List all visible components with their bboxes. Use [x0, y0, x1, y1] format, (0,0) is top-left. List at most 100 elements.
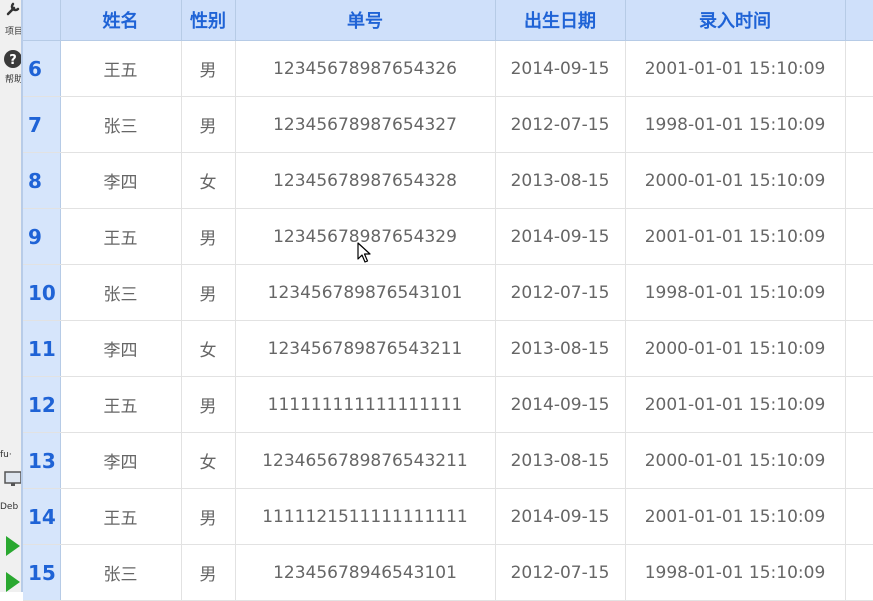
cell-entry-time[interactable]: 2001-01-01 15:10:09 [625, 208, 846, 265]
cell-name[interactable]: 李四 [60, 432, 182, 489]
cell-name[interactable]: 张三 [60, 96, 182, 153]
panel-item-label: 项目 [5, 27, 22, 37]
row-index[interactable]: 13 [23, 432, 61, 489]
row-index[interactable]: 6 [23, 40, 61, 97]
svg-text:?: ? [9, 53, 17, 68]
cell-name[interactable]: 李四 [60, 152, 182, 209]
row-filler [845, 152, 873, 209]
row-index[interactable]: 8 [23, 152, 61, 209]
corner-cell [23, 0, 61, 41]
cell-name[interactable]: 王五 [60, 488, 182, 545]
run-icon[interactable] [6, 536, 20, 556]
table-row[interactable]: 15 张三男 12345678946543101 2012-07-15 1998-01-… [23, 544, 873, 601]
cell-birth-date[interactable]: 2012-07-15 [495, 96, 626, 153]
cell-name[interactable]: 张三 [60, 264, 182, 321]
cell-gender[interactable]: 女 [181, 432, 236, 489]
column-header-gender[interactable]: 性别 [181, 0, 236, 41]
mouse-cursor [357, 242, 371, 263]
table-row[interactable]: 13 李四女 1234656789876543211 2013-08-15 2000-0… [23, 432, 873, 489]
table-row[interactable]: 10 张三男 123456789876543101 2012-07-15 1998-01… [23, 264, 873, 321]
row-filler [845, 208, 873, 265]
table-row[interactable]: 8 李四女 12345678987654328 2013-08-15 2000-01-0… [23, 152, 873, 209]
cell-birth-date[interactable]: 2014-09-15 [495, 488, 626, 545]
cell-order-no[interactable]: 1234656789876543211 [235, 432, 496, 489]
cell-gender[interactable]: 男 [181, 96, 236, 153]
cell-entry-time[interactable]: 2000-01-01 15:10:09 [625, 432, 846, 489]
cell-gender[interactable]: 男 [181, 40, 236, 97]
cell-birth-date[interactable]: 2012-07-15 [495, 264, 626, 321]
row-index[interactable]: 14 [23, 488, 61, 545]
column-header-entry-time[interactable]: 录入时间 [625, 0, 846, 41]
cell-order-no[interactable]: 12345678987654327 [235, 96, 496, 153]
cell-order-no[interactable]: 12345678987654326 [235, 40, 496, 97]
data-table: 姓名 性别 单号 出生日期 录入时间 6 王五男 12345678987654326… [23, 0, 873, 601]
column-header-name[interactable]: 姓名 [60, 0, 182, 41]
cell-birth-date[interactable]: 2014-09-15 [495, 376, 626, 433]
table-row[interactable]: 9 王五男 12345678987654329 2014-09-15 2001-01-0… [23, 208, 873, 265]
row-filler [845, 320, 873, 377]
cell-entry-time[interactable]: 1998-01-01 15:10:09 [625, 96, 846, 153]
help-icon[interactable]: ? [4, 50, 22, 68]
table-row[interactable]: 7 张三男 12345678987654327 2012-07-15 1998-01-0… [23, 96, 873, 153]
left-panel: 项目 ? 帮助 fu· Deb [0, 0, 22, 592]
panel-item-label: fu· [0, 450, 12, 460]
table-row[interactable]: 12 王五男 111111111111111111 2014-09-15 2001-01… [23, 376, 873, 433]
row-index[interactable]: 10 [23, 264, 61, 321]
cell-birth-date[interactable]: 2014-09-15 [495, 208, 626, 265]
row-filler [845, 96, 873, 153]
row-index[interactable]: 11 [23, 320, 61, 377]
panel-item-label: 帮助 [5, 75, 22, 85]
cell-entry-time[interactable]: 2001-01-01 15:10:09 [625, 40, 846, 97]
cell-name[interactable]: 李四 [60, 320, 182, 377]
run-icon[interactable] [6, 572, 20, 592]
cell-entry-time[interactable]: 1998-01-01 15:10:09 [625, 264, 846, 321]
row-index[interactable]: 15 [23, 544, 61, 601]
cell-gender[interactable]: 男 [181, 544, 236, 601]
header-filler [845, 0, 873, 41]
panel-item-label: Deb [0, 502, 19, 512]
row-filler [845, 488, 873, 545]
cell-entry-time[interactable]: 2001-01-01 15:10:09 [625, 488, 846, 545]
cell-entry-time[interactable]: 2001-01-01 15:10:09 [625, 376, 846, 433]
column-header-order-no[interactable]: 单号 [235, 0, 496, 41]
cell-birth-date[interactable]: 2012-07-15 [495, 544, 626, 601]
wrench-icon[interactable] [4, 0, 22, 18]
cell-name[interactable]: 王五 [60, 376, 182, 433]
cell-gender[interactable]: 男 [181, 488, 236, 545]
cell-birth-date[interactable]: 2013-08-15 [495, 320, 626, 377]
cell-birth-date[interactable]: 2013-08-15 [495, 152, 626, 209]
cell-order-no[interactable]: 123456789876543101 [235, 264, 496, 321]
cell-gender[interactable]: 男 [181, 264, 236, 321]
cell-gender[interactable]: 女 [181, 320, 236, 377]
cell-gender[interactable]: 男 [181, 376, 236, 433]
cell-order-no[interactable]: 12345678946543101 [235, 544, 496, 601]
row-index[interactable]: 9 [23, 208, 61, 265]
cell-entry-time[interactable]: 2000-01-01 15:10:09 [625, 320, 846, 377]
cell-birth-date[interactable]: 2014-09-15 [495, 40, 626, 97]
row-index[interactable]: 12 [23, 376, 61, 433]
cell-name[interactable]: 张三 [60, 544, 182, 601]
table-row[interactable]: 14 王五男 1111121511111111111 2014-09-15 2001-0… [23, 488, 873, 545]
column-header-birth-date[interactable]: 出生日期 [495, 0, 626, 41]
cell-name[interactable]: 王五 [60, 40, 182, 97]
cell-order-no[interactable]: 12345678987654328 [235, 152, 496, 209]
row-filler [845, 432, 873, 489]
cell-order-no[interactable]: 1111121511111111111 [235, 488, 496, 545]
cell-entry-time[interactable]: 2000-01-01 15:10:09 [625, 152, 846, 209]
cell-name[interactable]: 王五 [60, 208, 182, 265]
row-filler [845, 40, 873, 97]
cell-order-no[interactable]: 123456789876543211 [235, 320, 496, 377]
header-row: 姓名 性别 单号 出生日期 录入时间 [23, 0, 873, 41]
monitor-icon[interactable] [4, 470, 22, 488]
row-filler [845, 264, 873, 321]
table-row[interactable]: 11 李四女 123456789876543211 2013-08-15 2000-01… [23, 320, 873, 377]
cell-gender[interactable]: 男 [181, 208, 236, 265]
cell-entry-time[interactable]: 1998-01-01 15:10:09 [625, 544, 846, 601]
row-filler [845, 544, 873, 601]
cell-gender[interactable]: 女 [181, 152, 236, 209]
row-index[interactable]: 7 [23, 96, 61, 153]
cell-birth-date[interactable]: 2013-08-15 [495, 432, 626, 489]
cell-order-no[interactable]: 111111111111111111 [235, 376, 496, 433]
row-filler [845, 376, 873, 433]
table-row[interactable]: 6 王五男 12345678987654326 2014-09-15 2001-01-0… [23, 40, 873, 97]
